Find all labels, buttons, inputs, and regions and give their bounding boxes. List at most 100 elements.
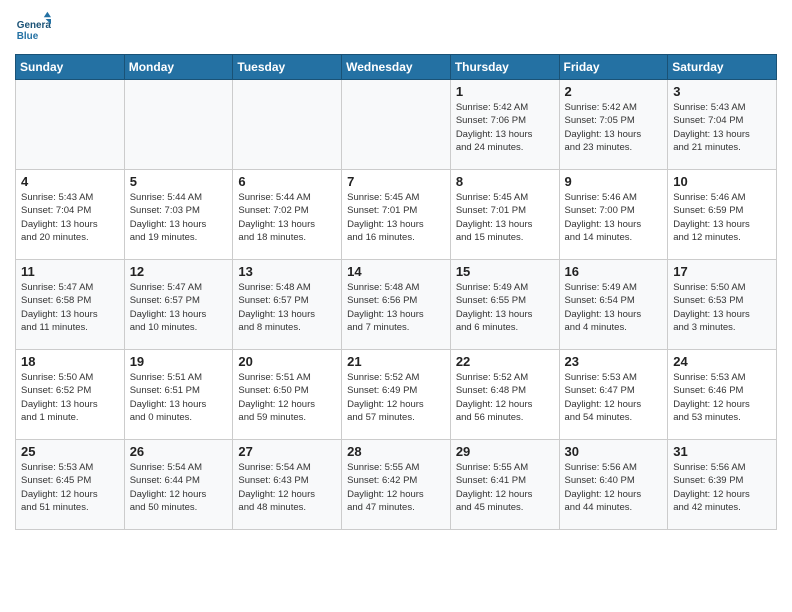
- calendar-cell: 11 Sunrise: 5:47 AM Sunset: 6:58 PM Dayli…: [16, 260, 125, 350]
- day-number: 14: [347, 264, 445, 279]
- day-info: Sunrise: 5:53 AM Sunset: 6:47 PM Dayligh…: [565, 371, 663, 424]
- day-header-sunday: Sunday: [16, 55, 125, 80]
- calendar-cell: 13Sunrise: 5:48 AM Sunset: 6:57 PM Dayli…: [233, 260, 342, 350]
- day-info: Sunrise: 5:42 AM Sunset: 7:05 PM Dayligh…: [565, 101, 663, 154]
- day-number: 28: [347, 444, 445, 459]
- calendar-cell: 17 Sunrise: 5:50 AM Sunset: 6:53 PM Dayli…: [668, 260, 777, 350]
- week-row-4: 18 Sunrise: 5:50 AM Sunset: 6:52 PM Dayli…: [16, 350, 777, 440]
- day-info: Sunrise: 5:42 AM Sunset: 7:06 PM Dayligh…: [456, 101, 554, 154]
- calendar-cell: 24Sunrise: 5:53 AM Sunset: 6:46 PM Dayli…: [668, 350, 777, 440]
- day-number: 21: [347, 354, 445, 369]
- calendar-cell: 15 Sunrise: 5:49 AM Sunset: 6:55 PM Dayli…: [450, 260, 559, 350]
- calendar-cell: 28 Sunrise: 5:55 AM Sunset: 6:42 PM Dayli…: [342, 440, 451, 530]
- day-info: Sunrise: 5:50 AM Sunset: 6:52 PM Dayligh…: [21, 371, 119, 424]
- calendar-cell: 18 Sunrise: 5:50 AM Sunset: 6:52 PM Dayli…: [16, 350, 125, 440]
- day-number: 20: [238, 354, 336, 369]
- day-number: 24: [673, 354, 771, 369]
- day-number: 1: [456, 84, 554, 99]
- week-row-3: 11 Sunrise: 5:47 AM Sunset: 6:58 PM Dayli…: [16, 260, 777, 350]
- day-number: 4: [21, 174, 119, 189]
- day-header-saturday: Saturday: [668, 55, 777, 80]
- day-info: Sunrise: 5:51 AM Sunset: 6:51 PM Dayligh…: [130, 371, 228, 424]
- day-info: Sunrise: 5:46 AM Sunset: 7:00 PM Dayligh…: [565, 191, 663, 244]
- day-number: 13: [238, 264, 336, 279]
- calendar-cell: 6 Sunrise: 5:44 AM Sunset: 7:02 PM Daylig…: [233, 170, 342, 260]
- calendar-cell: 12 Sunrise: 5:47 AM Sunset: 6:57 PM Dayli…: [124, 260, 233, 350]
- calendar-cell: 30 Sunrise: 5:56 AM Sunset: 6:40 PM Dayli…: [559, 440, 668, 530]
- calendar-cell: 9 Sunrise: 5:46 AM Sunset: 7:00 PM Daylig…: [559, 170, 668, 260]
- day-info: Sunrise: 5:43 AM Sunset: 7:04 PM Dayligh…: [21, 191, 119, 244]
- day-number: 19: [130, 354, 228, 369]
- calendar-table: SundayMondayTuesdayWednesdayThursdayFrid…: [15, 54, 777, 530]
- day-number: 22: [456, 354, 554, 369]
- calendar-cell: [342, 80, 451, 170]
- day-header-friday: Friday: [559, 55, 668, 80]
- day-number: 25: [21, 444, 119, 459]
- calendar-cell: 31Sunrise: 5:56 AM Sunset: 6:39 PM Dayli…: [668, 440, 777, 530]
- calendar-cell: 10Sunrise: 5:46 AM Sunset: 6:59 PM Dayli…: [668, 170, 777, 260]
- calendar-cell: 19 Sunrise: 5:51 AM Sunset: 6:51 PM Dayli…: [124, 350, 233, 440]
- calendar-cell: 29Sunrise: 5:55 AM Sunset: 6:41 PM Dayli…: [450, 440, 559, 530]
- day-number: 2: [565, 84, 663, 99]
- day-info: Sunrise: 5:46 AM Sunset: 6:59 PM Dayligh…: [673, 191, 771, 244]
- svg-text:Blue: Blue: [17, 31, 39, 42]
- day-number: 9: [565, 174, 663, 189]
- day-info: Sunrise: 5:45 AM Sunset: 7:01 PM Dayligh…: [347, 191, 445, 244]
- calendar-cell: 22 Sunrise: 5:52 AM Sunset: 6:48 PM Dayli…: [450, 350, 559, 440]
- week-row-1: 1 Sunrise: 5:42 AM Sunset: 7:06 PM Daylig…: [16, 80, 777, 170]
- day-header-wednesday: Wednesday: [342, 55, 451, 80]
- day-info: Sunrise: 5:55 AM Sunset: 6:42 PM Dayligh…: [347, 461, 445, 514]
- calendar-cell: 14 Sunrise: 5:48 AM Sunset: 6:56 PM Dayli…: [342, 260, 451, 350]
- day-info: Sunrise: 5:43 AM Sunset: 7:04 PM Dayligh…: [673, 101, 771, 154]
- day-number: 6: [238, 174, 336, 189]
- calendar-cell: 25Sunrise: 5:53 AM Sunset: 6:45 PM Dayli…: [16, 440, 125, 530]
- day-info: Sunrise: 5:47 AM Sunset: 6:58 PM Dayligh…: [21, 281, 119, 334]
- week-row-5: 25Sunrise: 5:53 AM Sunset: 6:45 PM Dayli…: [16, 440, 777, 530]
- day-number: 11: [21, 264, 119, 279]
- day-number: 3: [673, 84, 771, 99]
- calendar-cell: 27 Sunrise: 5:54 AM Sunset: 6:43 PM Dayli…: [233, 440, 342, 530]
- day-number: 17: [673, 264, 771, 279]
- day-info: Sunrise: 5:47 AM Sunset: 6:57 PM Dayligh…: [130, 281, 228, 334]
- day-number: 5: [130, 174, 228, 189]
- day-info: Sunrise: 5:45 AM Sunset: 7:01 PM Dayligh…: [456, 191, 554, 244]
- day-number: 18: [21, 354, 119, 369]
- day-info: Sunrise: 5:54 AM Sunset: 6:44 PM Dayligh…: [130, 461, 228, 514]
- day-number: 12: [130, 264, 228, 279]
- calendar-cell: 3 Sunrise: 5:43 AM Sunset: 7:04 PM Daylig…: [668, 80, 777, 170]
- day-number: 30: [565, 444, 663, 459]
- day-number: 27: [238, 444, 336, 459]
- day-number: 26: [130, 444, 228, 459]
- calendar-cell: 4 Sunrise: 5:43 AM Sunset: 7:04 PM Daylig…: [16, 170, 125, 260]
- day-info: Sunrise: 5:54 AM Sunset: 6:43 PM Dayligh…: [238, 461, 336, 514]
- logo-icon: General Blue: [15, 10, 51, 46]
- day-number: 15: [456, 264, 554, 279]
- day-info: Sunrise: 5:44 AM Sunset: 7:02 PM Dayligh…: [238, 191, 336, 244]
- day-header-thursday: Thursday: [450, 55, 559, 80]
- day-info: Sunrise: 5:49 AM Sunset: 6:54 PM Dayligh…: [565, 281, 663, 334]
- day-info: Sunrise: 5:49 AM Sunset: 6:55 PM Dayligh…: [456, 281, 554, 334]
- day-header-tuesday: Tuesday: [233, 55, 342, 80]
- day-info: Sunrise: 5:56 AM Sunset: 6:39 PM Dayligh…: [673, 461, 771, 514]
- day-info: Sunrise: 5:50 AM Sunset: 6:53 PM Dayligh…: [673, 281, 771, 334]
- day-info: Sunrise: 5:52 AM Sunset: 6:48 PM Dayligh…: [456, 371, 554, 424]
- logo: General Blue: [15, 10, 55, 46]
- day-info: Sunrise: 5:44 AM Sunset: 7:03 PM Dayligh…: [130, 191, 228, 244]
- calendar-cell: 8Sunrise: 5:45 AM Sunset: 7:01 PM Daylig…: [450, 170, 559, 260]
- day-info: Sunrise: 5:52 AM Sunset: 6:49 PM Dayligh…: [347, 371, 445, 424]
- day-number: 16: [565, 264, 663, 279]
- calendar-cell: 21 Sunrise: 5:52 AM Sunset: 6:49 PM Dayli…: [342, 350, 451, 440]
- calendar-cell: 5 Sunrise: 5:44 AM Sunset: 7:03 PM Daylig…: [124, 170, 233, 260]
- calendar-cell: [233, 80, 342, 170]
- calendar-cell: 26 Sunrise: 5:54 AM Sunset: 6:44 PM Dayli…: [124, 440, 233, 530]
- svg-text:General: General: [17, 20, 51, 31]
- calendar-cell: 7 Sunrise: 5:45 AM Sunset: 7:01 PM Daylig…: [342, 170, 451, 260]
- day-info: Sunrise: 5:56 AM Sunset: 6:40 PM Dayligh…: [565, 461, 663, 514]
- day-info: Sunrise: 5:51 AM Sunset: 6:50 PM Dayligh…: [238, 371, 336, 424]
- calendar-cell: [16, 80, 125, 170]
- calendar-cell: 2 Sunrise: 5:42 AM Sunset: 7:05 PM Daylig…: [559, 80, 668, 170]
- day-info: Sunrise: 5:48 AM Sunset: 6:56 PM Dayligh…: [347, 281, 445, 334]
- day-number: 7: [347, 174, 445, 189]
- calendar-cell: 1 Sunrise: 5:42 AM Sunset: 7:06 PM Daylig…: [450, 80, 559, 170]
- week-row-2: 4 Sunrise: 5:43 AM Sunset: 7:04 PM Daylig…: [16, 170, 777, 260]
